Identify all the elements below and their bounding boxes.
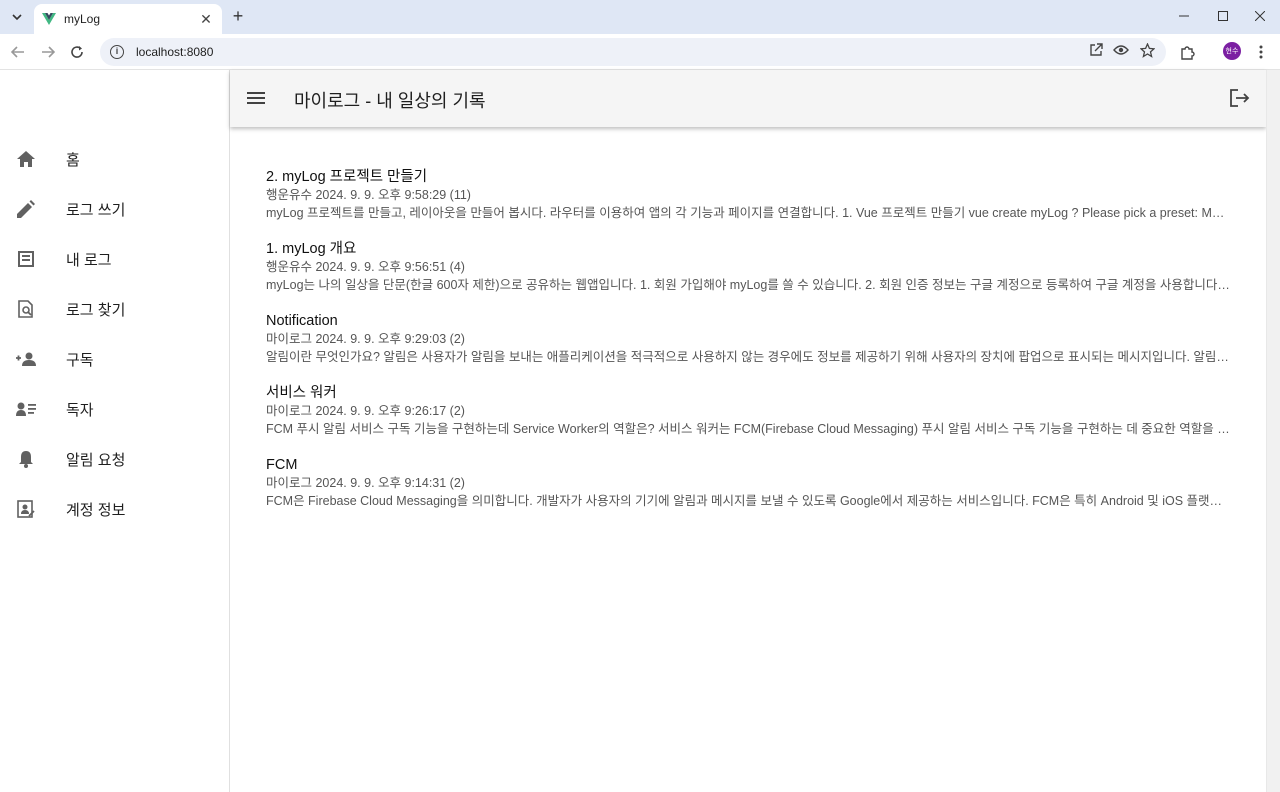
post-meta: 마이로그 2024. 9. 9. 오후 9:14:31 (2) [266, 476, 465, 490]
bookmark-star-icon[interactable] [1137, 40, 1157, 60]
new-tab-button[interactable]: + [228, 6, 248, 26]
post-excerpt: FCM은 Firebase Cloud Messaging을 의미합니다. 개발… [266, 494, 1230, 508]
post-excerpt: 알림이란 무엇인가요? 알림은 사용자가 알림을 보내는 애플리케이션을 적극적… [266, 350, 1230, 364]
extensions-puzzle-icon[interactable] [1176, 40, 1200, 64]
navigation-drawer: 홈 로그 쓰기 내 로그 로그 찾기 구독 독자 알림 요청 계정 정보 [0, 70, 230, 792]
sidebar-item-subscribe[interactable]: 구독 [0, 335, 229, 383]
address-url: localhost:8080 [136, 45, 214, 59]
post-meta: 마이로그 2024. 9. 9. 오후 9:29:03 (2) [266, 332, 465, 346]
tab-close-icon[interactable]: ✕ [198, 11, 214, 28]
back-arrow-icon[interactable] [6, 40, 30, 64]
tab-title: myLog [64, 12, 101, 26]
site-info-icon[interactable]: i [110, 45, 124, 59]
sidebar-item-my-log[interactable]: 내 로그 [0, 235, 229, 283]
address-bar[interactable]: i localhost:8080 [100, 38, 1166, 66]
browser-menu-icon[interactable] [1249, 40, 1273, 64]
sidebar-item-find-log[interactable]: 로그 찾기 [0, 285, 229, 333]
sidebar-item-notification-request[interactable]: 알림 요청 [0, 435, 229, 483]
post-meta: 행운유수 2024. 9. 9. 오후 9:56:51 (4) [266, 260, 465, 274]
sidebar-item-label: 로그 쓰기 [66, 201, 126, 219]
sidebar-item-label: 독자 [66, 401, 94, 419]
pencil-icon [16, 199, 36, 219]
sidebar-item-label: 로그 찾기 [66, 301, 126, 319]
sidebar-item-home[interactable]: 홈 [0, 135, 229, 183]
browser-tab[interactable]: myLog ✕ [34, 4, 222, 34]
maximize-button[interactable] [1203, 0, 1243, 32]
sidebar-item-label: 내 로그 [66, 251, 112, 269]
list-item[interactable]: 서비스 워커 마이로그 2024. 9. 9. 오후 9:26:17 (2) F… [266, 383, 1230, 455]
post-meta: 행운유수 2024. 9. 9. 오후 9:58:29 (11) [266, 188, 471, 202]
bell-icon [16, 449, 36, 469]
account-info-icon [16, 499, 36, 519]
readers-icon [16, 399, 36, 419]
open-in-app-icon[interactable] [1086, 40, 1106, 60]
app-viewport: 홈 로그 쓰기 내 로그 로그 찾기 구독 독자 알림 요청 계정 정보 마이로… [0, 70, 1280, 792]
minimize-button[interactable] [1164, 0, 1204, 32]
post-title: 2. myLog 프로젝트 만들기 [266, 169, 428, 185]
post-title: Notification [266, 313, 338, 329]
logout-icon[interactable] [1228, 86, 1252, 110]
browser-tab-strip: myLog ✕ + [0, 0, 1280, 34]
sidebar-item-account-info[interactable]: 계정 정보 [0, 485, 229, 533]
scrollbar[interactable] [1266, 70, 1280, 792]
post-meta: 마이로그 2024. 9. 9. 오후 9:26:17 (2) [266, 404, 465, 418]
post-excerpt: myLog 프로젝트를 만들고, 레이아웃을 만들어 봅시다. 라우터를 이용하… [266, 206, 1230, 220]
log-icon [16, 249, 36, 269]
sidebar-item-write-log[interactable]: 로그 쓰기 [0, 185, 229, 233]
eye-icon[interactable] [1111, 40, 1131, 60]
sidebar-item-label: 알림 요청 [66, 451, 126, 469]
list-item[interactable]: 1. myLog 개요 행운유수 2024. 9. 9. 오후 9:56:51 … [266, 239, 1230, 311]
list-item[interactable]: Notification 마이로그 2024. 9. 9. 오후 9:29:03… [266, 311, 1230, 383]
sidebar-item-readers[interactable]: 독자 [0, 385, 229, 433]
home-icon [16, 149, 36, 169]
list-item[interactable]: 2. myLog 프로젝트 만들기 행운유수 2024. 9. 9. 오후 9:… [266, 167, 1230, 239]
app-bar: 마이로그 - 내 일상의 기록 [230, 70, 1266, 127]
profile-avatar[interactable]: 현수 [1223, 42, 1241, 60]
list-item[interactable]: FCM 마이로그 2024. 9. 9. 오후 9:14:31 (2) FCM은… [266, 455, 1230, 527]
sidebar-item-label: 구독 [66, 351, 94, 369]
tab-search-chevron-icon[interactable] [6, 6, 28, 28]
post-title: 1. myLog 개요 [266, 241, 357, 257]
search-document-icon [16, 299, 36, 319]
hamburger-menu-icon[interactable] [244, 86, 268, 110]
page-title: 마이로그 - 내 일상의 기록 [294, 91, 486, 111]
post-excerpt: myLog는 나의 일상을 단문(한글 600자 제한)으로 공유하는 웹앱입니… [266, 278, 1230, 292]
vue-logo-icon [42, 13, 56, 25]
sidebar-item-label: 홈 [66, 151, 80, 169]
forward-arrow-icon[interactable] [36, 40, 60, 64]
sidebar-item-label: 계정 정보 [66, 501, 126, 519]
post-title: 서비스 워커 [266, 385, 337, 401]
post-title: FCM [266, 457, 298, 473]
post-list: 2. myLog 프로젝트 만들기 행운유수 2024. 9. 9. 오후 9:… [266, 167, 1230, 527]
close-window-button[interactable] [1240, 0, 1280, 32]
reload-icon[interactable] [65, 40, 89, 64]
browser-toolbar: i localhost:8080 [0, 34, 1280, 70]
post-excerpt: FCM 푸시 알림 서비스 구독 기능을 구현하는데 Service Worke… [266, 422, 1230, 436]
subscribe-icon [16, 349, 36, 369]
